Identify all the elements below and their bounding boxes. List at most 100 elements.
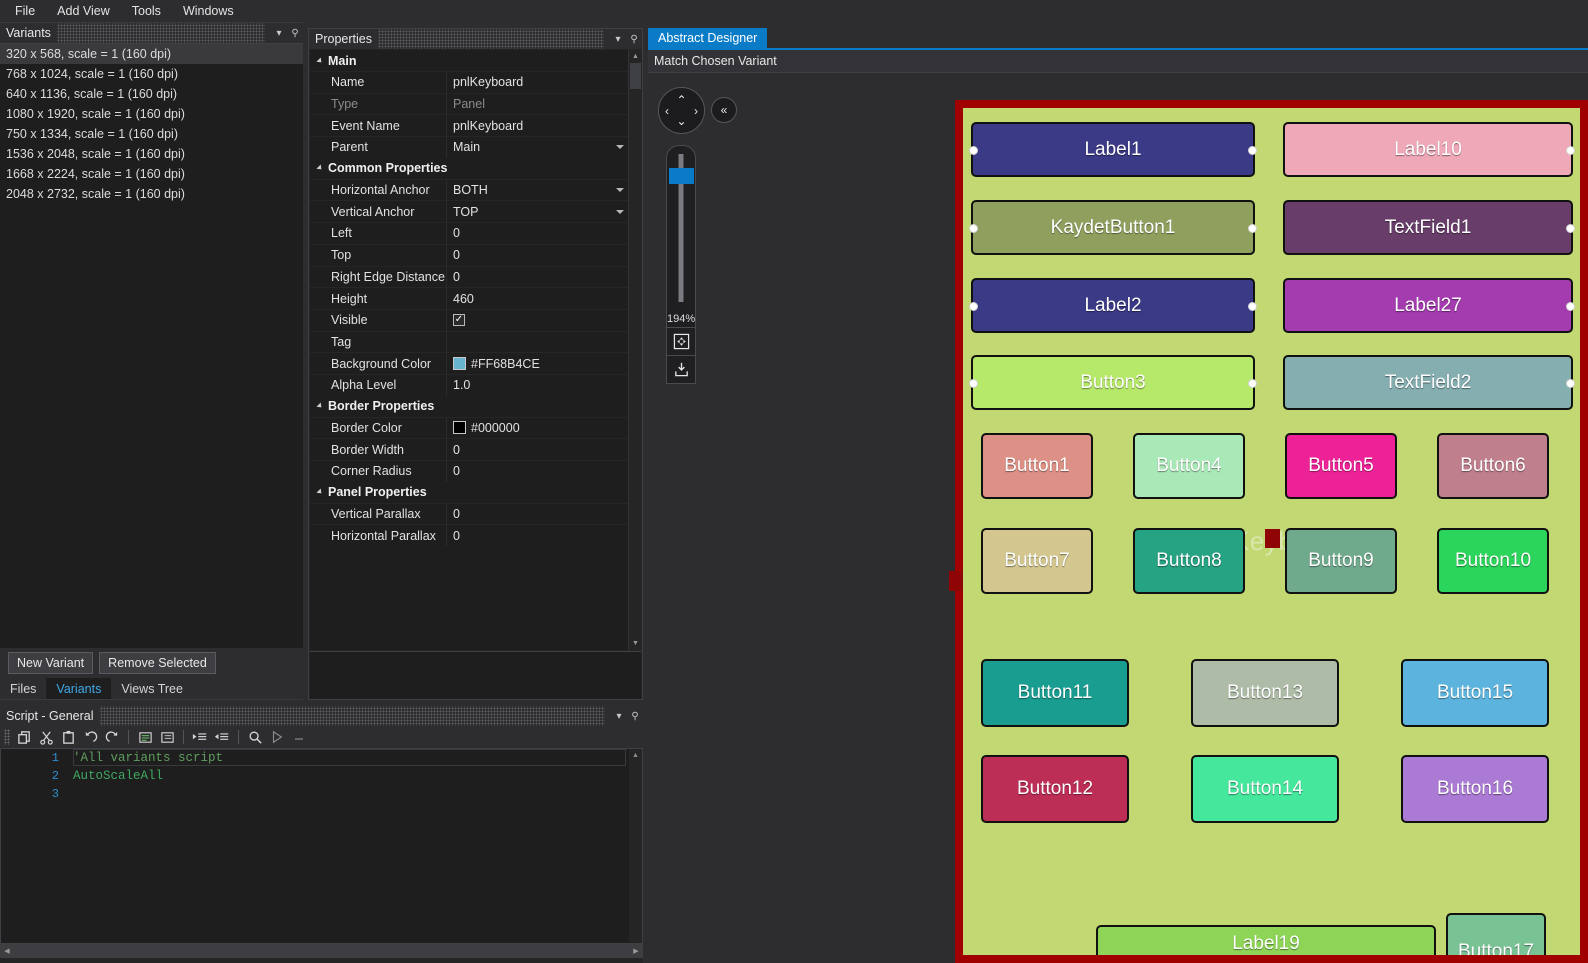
chevron-down-icon[interactable]: ▾ (271, 25, 287, 41)
copy-icon[interactable] (14, 727, 34, 747)
property-row[interactable]: Left 0 (310, 222, 629, 244)
tab-variants[interactable]: Variants (46, 678, 112, 699)
property-value[interactable]: 0 (446, 525, 629, 547)
design-widget[interactable]: Button8 (1133, 528, 1245, 594)
variant-row[interactable]: 1668 x 2224, scale = 1 (160 dpi) (0, 164, 303, 184)
property-row[interactable]: Parent Main (310, 136, 629, 158)
chevron-left-icon[interactable]: ‹ (665, 105, 669, 117)
design-widget[interactable]: Label2 (969, 278, 1257, 333)
scroll-right-icon[interactable]: ▶ (629, 944, 643, 958)
color-swatch[interactable] (453, 421, 466, 435)
property-row[interactable]: Corner Radius 0 (310, 460, 629, 482)
indent-icon[interactable] (190, 727, 210, 747)
undo-icon[interactable] (80, 727, 100, 747)
property-row[interactable]: Horizontal Parallax 0 (310, 524, 629, 547)
property-value[interactable]: TOP (446, 201, 629, 223)
design-widget[interactable]: Label1 (969, 122, 1257, 177)
resize-handle-left[interactable] (969, 223, 978, 233)
tab-abstract-designer[interactable]: Abstract Designer (648, 28, 768, 48)
design-widget[interactable]: Button17 (1446, 913, 1546, 955)
design-widget[interactable]: Button16 (1401, 755, 1549, 823)
remove-selected-button[interactable]: Remove Selected (99, 652, 216, 674)
resize-handle-left[interactable] (969, 145, 978, 155)
script-vertical-scrollbar[interactable]: ▲ (629, 749, 642, 943)
properties-grid[interactable]: Main Name pnlKeyboard Type Panel Event Name pn… (310, 50, 629, 650)
menu-tools[interactable]: Tools (121, 1, 172, 21)
design-widget[interactable]: Button5 (1285, 433, 1397, 499)
design-widget[interactable]: Button14 (1191, 755, 1339, 823)
resize-handle-right[interactable] (1248, 223, 1257, 233)
menu-file[interactable]: File (4, 1, 46, 21)
property-row[interactable]: Top 0 (310, 243, 629, 266)
design-widget[interactable]: Button12 (981, 755, 1129, 823)
property-row[interactable]: Type Panel (310, 92, 629, 115)
script-editor[interactable]: 1 2 3 'All variants script AutoScaleAll ▲ (0, 748, 643, 944)
scroll-up-icon[interactable]: ▲ (629, 50, 642, 63)
redo-icon[interactable] (102, 727, 122, 747)
property-value[interactable]: 0 (446, 244, 629, 266)
variant-row[interactable]: 320 x 568, scale = 1 (160 dpi) (0, 44, 303, 64)
property-group-header[interactable]: Common Properties (310, 157, 629, 179)
chevron-down-icon[interactable] (616, 209, 624, 214)
design-widget[interactable]: Button10 (1437, 528, 1549, 594)
tab-views-tree[interactable]: Views Tree (111, 678, 193, 699)
property-value[interactable]: Panel (446, 93, 629, 115)
tab-files[interactable]: Files (0, 678, 46, 699)
property-row[interactable]: Event Name pnlKeyboard (310, 114, 629, 137)
property-group-header[interactable]: Main (310, 50, 629, 71)
design-widget[interactable]: Button6 (1437, 433, 1549, 499)
toolbar-grip[interactable] (4, 729, 10, 745)
property-row[interactable]: Name pnlKeyboard (310, 71, 629, 93)
color-swatch[interactable] (453, 357, 466, 371)
resize-handle-right[interactable] (1566, 145, 1575, 155)
run-icon[interactable] (267, 727, 287, 747)
property-value[interactable]: #000000 (446, 417, 629, 439)
property-value[interactable]: 460 (446, 288, 629, 309)
save-layout-button[interactable] (666, 356, 696, 384)
checkbox-icon[interactable]: ✓ (453, 314, 465, 327)
paste-icon[interactable] (58, 727, 78, 747)
device-canvas[interactable]: pnlKeyboard Label1KaydetButton1Label2But… (963, 108, 1580, 955)
property-row[interactable]: Right Edge Distance 0 (310, 265, 629, 288)
expand-triangle-icon[interactable] (316, 164, 324, 172)
property-value[interactable]: ✓ (446, 309, 629, 331)
pin-icon[interactable]: ⚲ (626, 31, 642, 47)
property-value[interactable]: pnlKeyboard (446, 115, 629, 137)
comment-icon[interactable] (135, 727, 155, 747)
chevron-down-icon[interactable]: ⌄ (676, 115, 686, 127)
design-widget[interactable]: Label27 (1283, 278, 1575, 333)
property-value[interactable]: Main (446, 137, 629, 158)
cut-icon[interactable] (36, 727, 56, 747)
property-value[interactable]: 1.0 (446, 374, 629, 396)
pan-navigation-pad[interactable]: ⌃ ⌄ ‹ › (658, 87, 705, 134)
drag-grip[interactable] (99, 706, 605, 726)
outdent-icon[interactable] (212, 727, 232, 747)
design-widget[interactable]: Button11 (981, 659, 1129, 727)
new-variant-button[interactable]: New Variant (8, 652, 94, 674)
uncomment-icon[interactable] (157, 727, 177, 747)
resize-handle-right[interactable] (1566, 223, 1575, 233)
variant-row[interactable]: 1536 x 2048, scale = 1 (160 dpi) (0, 144, 303, 164)
property-row[interactable]: Visible ✓ (310, 308, 629, 331)
property-row[interactable]: Vertical Anchor TOP (310, 200, 629, 223)
expand-triangle-icon[interactable] (316, 488, 324, 496)
menu-windows[interactable]: Windows (172, 1, 245, 21)
script-horizontal-scrollbar[interactable]: ◀ ▶ (0, 944, 643, 958)
pin-icon[interactable]: ⚲ (287, 25, 303, 41)
property-value[interactable]: BOTH (446, 179, 629, 201)
design-widget[interactable]: Label19 (1096, 925, 1436, 955)
selection-edge-marker-left[interactable] (949, 571, 963, 591)
scrollbar-thumb[interactable] (630, 63, 641, 89)
property-value[interactable] (446, 331, 629, 353)
variants-list[interactable]: 320 x 568, scale = 1 (160 dpi) 768 x 1024… (0, 43, 303, 648)
selection-center-marker[interactable] (1265, 529, 1280, 548)
property-value[interactable]: 0 (446, 461, 629, 482)
expand-triangle-icon[interactable] (316, 402, 324, 410)
property-value[interactable]: 0 (446, 439, 629, 460)
property-value[interactable]: #FF68B4CE (446, 353, 629, 374)
resize-handle-right[interactable] (1248, 378, 1257, 388)
resize-handle-right[interactable] (1566, 301, 1575, 311)
property-row[interactable]: Height 460 (310, 287, 629, 309)
match-chosen-variant-label[interactable]: Match Chosen Variant (654, 54, 777, 68)
property-group-header[interactable]: Border Properties (310, 395, 629, 417)
